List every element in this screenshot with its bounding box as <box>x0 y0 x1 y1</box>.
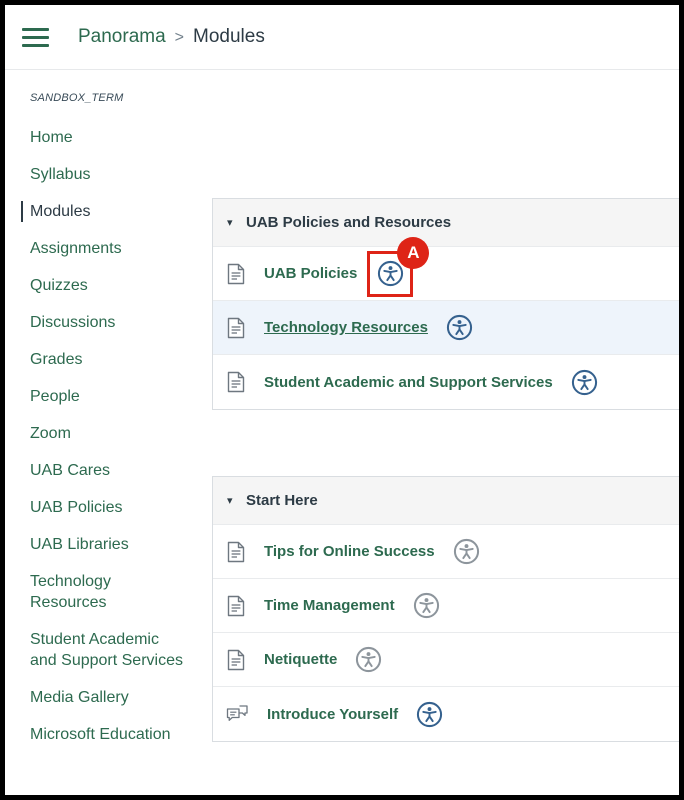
accessibility-icon[interactable] <box>413 592 440 619</box>
page-icon <box>226 649 246 671</box>
page-icon <box>226 317 246 339</box>
course-nav-list: Home Syllabus Modules Assignments Quizze… <box>30 127 184 745</box>
sidebar-link-assignments[interactable]: Assignments <box>30 238 122 259</box>
sidebar-link-uab-libraries[interactable]: UAB Libraries <box>30 534 129 555</box>
sidebar-item-zoom: Zoom <box>30 423 184 444</box>
module-item-row: UAB Policies A <box>213 247 679 301</box>
accessibility-icon[interactable] <box>416 701 443 728</box>
sidebar-item-uab-policies: UAB Policies <box>30 497 184 518</box>
accessibility-icon[interactable] <box>453 538 480 565</box>
sidebar-link-modules[interactable]: Modules <box>30 201 90 222</box>
sidebar-link-student-academic-support[interactable]: Student Academic and Support Services <box>30 629 184 671</box>
discussion-icon <box>226 704 249 725</box>
module-item-link[interactable]: Student Academic and Support Services <box>264 374 553 391</box>
page-icon <box>226 541 246 563</box>
callout-badge-a: A <box>397 237 429 269</box>
module-item-row: Technology Resources <box>213 301 679 355</box>
module-item-link[interactable]: Introduce Yourself <box>267 706 398 723</box>
top-navigation-bar: Panorama > Modules <box>5 5 679 69</box>
hamburger-menu-icon[interactable] <box>22 28 49 47</box>
module-uab-policies-and-resources: UAB Policies and Resources UAB Policies … <box>212 198 679 410</box>
module-start-here: Start Here Tips for Online Success <box>212 476 679 742</box>
module-item-link[interactable]: Netiquette <box>264 651 337 668</box>
term-label: SANDBOX_TERM <box>30 92 184 104</box>
module-header[interactable]: Start Here <box>213 477 679 525</box>
sidebar-item-media-gallery: Media Gallery <box>30 687 184 708</box>
sidebar-link-syllabus[interactable]: Syllabus <box>30 164 90 185</box>
breadcrumb: Panorama > Modules <box>78 26 265 48</box>
accessibility-icon[interactable] <box>355 646 382 673</box>
accessibility-icon[interactable] <box>571 369 598 396</box>
sidebar-link-uab-policies[interactable]: UAB Policies <box>30 497 122 518</box>
course-navigation-sidebar: SANDBOX_TERM Home Syllabus Modules Assig… <box>5 70 212 761</box>
module-title: UAB Policies and Resources <box>246 214 451 231</box>
sidebar-item-quizzes: Quizzes <box>30 275 184 296</box>
sidebar-item-people: People <box>30 386 184 407</box>
sidebar-link-technology-resources[interactable]: Technology Resources <box>30 571 184 613</box>
module-item-row: Netiquette <box>213 633 679 687</box>
module-header[interactable]: UAB Policies and Resources <box>213 199 679 247</box>
sidebar-item-assignments: Assignments <box>30 238 184 259</box>
sidebar-item-modules: Modules <box>21 201 184 222</box>
module-item-row: Tips for Online Success <box>213 525 679 579</box>
sidebar-link-zoom[interactable]: Zoom <box>30 423 71 444</box>
sidebar-link-uab-cares[interactable]: UAB Cares <box>30 460 110 481</box>
breadcrumb-current-page: Modules <box>193 26 265 48</box>
breadcrumb-course-link[interactable]: Panorama <box>78 26 166 48</box>
module-item-link[interactable]: Tips for Online Success <box>264 543 435 560</box>
modules-content-area: UAB Policies and Resources UAB Policies … <box>212 70 679 742</box>
sidebar-item-grades: Grades <box>30 349 184 370</box>
sidebar-item-technology-resources: Technology Resources <box>30 571 184 613</box>
sidebar-item-syllabus: Syllabus <box>30 164 184 185</box>
page-icon <box>226 263 246 285</box>
sidebar-link-discussions[interactable]: Discussions <box>30 312 115 333</box>
breadcrumb-separator: > <box>175 29 184 47</box>
module-item-row: Time Management <box>213 579 679 633</box>
sidebar-link-home[interactable]: Home <box>30 127 73 148</box>
module-item-row: Student Academic and Support Services <box>213 355 679 409</box>
module-title: Start Here <box>246 492 318 509</box>
collapse-triangle-icon[interactable] <box>227 216 237 229</box>
sidebar-item-microsoft-education: Microsoft Education <box>30 724 184 745</box>
page-icon <box>226 371 246 393</box>
sidebar-item-student-academic-support: Student Academic and Support Services <box>30 629 184 671</box>
sidebar-link-quizzes[interactable]: Quizzes <box>30 275 88 296</box>
module-item-link[interactable]: Technology Resources <box>264 319 428 336</box>
accessibility-icon[interactable] <box>446 314 473 341</box>
sidebar-item-uab-libraries: UAB Libraries <box>30 534 184 555</box>
sidebar-item-discussions: Discussions <box>30 312 184 333</box>
module-item-link[interactable]: UAB Policies <box>264 265 357 282</box>
module-item-link[interactable]: Time Management <box>264 597 395 614</box>
accessibility-icon[interactable] <box>377 260 404 287</box>
page-icon <box>226 595 246 617</box>
sidebar-item-home: Home <box>30 127 184 148</box>
sidebar-link-media-gallery[interactable]: Media Gallery <box>30 687 129 708</box>
collapse-triangle-icon[interactable] <box>227 494 237 507</box>
sidebar-link-microsoft-education[interactable]: Microsoft Education <box>30 724 171 745</box>
module-item-row: Introduce Yourself <box>213 687 679 741</box>
app-window: Panorama > Modules SANDBOX_TERM Home Syl… <box>0 0 684 800</box>
sidebar-item-uab-cares: UAB Cares <box>30 460 184 481</box>
callout-box: A <box>367 251 413 297</box>
sidebar-link-people[interactable]: People <box>30 386 80 407</box>
sidebar-link-grades[interactable]: Grades <box>30 349 82 370</box>
